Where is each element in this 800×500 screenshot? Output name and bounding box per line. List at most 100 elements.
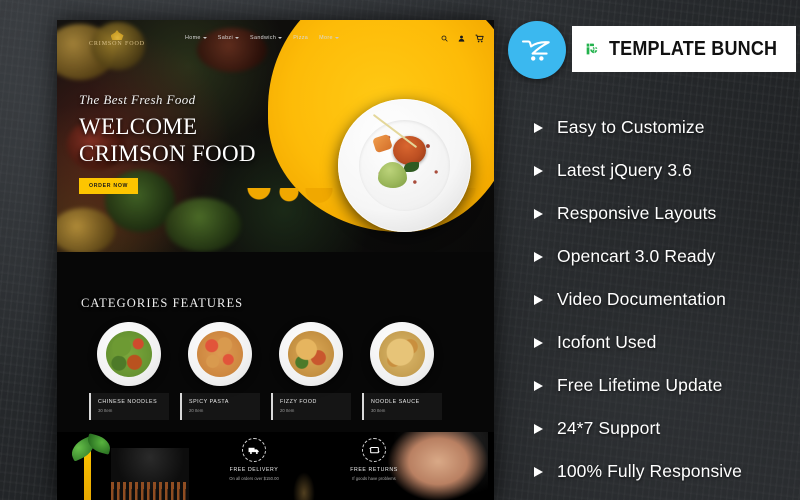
website-preview: CRIMSON FOOD Home Sabzi Sandwich Pizza M…	[57, 20, 494, 500]
category-card[interactable]: FIZZY FOOD 20 Item	[271, 322, 351, 420]
nav-item-sandwich[interactable]: Sandwich	[250, 35, 283, 41]
nav-item-label: More	[319, 35, 333, 41]
hero-script-text: The Best Fresh Food	[79, 92, 196, 107]
category-count: 30 Item	[371, 407, 386, 413]
plate-shape	[338, 99, 471, 232]
arrow-bullet-icon	[534, 251, 543, 262]
category-name: CHINESE NOODLES	[98, 399, 158, 405]
opencart-badge	[508, 21, 566, 79]
feature-item-video-documentation: Video Documentation	[534, 278, 800, 321]
site-logo-text: CRIMSON FOOD	[89, 41, 145, 47]
category-image	[188, 322, 252, 386]
feature-item-responsive-layouts: Responsive Layouts	[534, 192, 800, 235]
service-subtitle: If goods have problems	[352, 476, 396, 481]
service-item-free-returns: FREE RETURNS If goods have problems	[329, 438, 419, 481]
category-count: 20 Item	[280, 407, 295, 413]
feature-item-fully-responsive: 100% Fully Responsive	[534, 450, 800, 493]
category-label-box: FIZZY FOOD 20 Item	[271, 393, 351, 420]
arrow-bullet-icon	[534, 380, 543, 391]
user-icon[interactable]	[458, 35, 465, 42]
crown-logo-icon	[110, 29, 124, 40]
arrow-bullet-icon	[534, 337, 543, 348]
opencart-cart-icon	[521, 40, 550, 61]
service-title: FREE DELIVERY	[229, 467, 279, 473]
category-name: NOODLE SAUCE	[371, 399, 420, 405]
arrow-bullet-icon	[534, 466, 543, 477]
service-list: FREE DELIVERY On all orders over $150.00…	[209, 438, 419, 481]
service-title: FREE RETURNS	[350, 467, 398, 473]
category-image	[279, 322, 343, 386]
feature-item-easy-to-customize: Easy to Customize	[534, 106, 800, 149]
feature-label: Latest jQuery 3.6	[557, 160, 692, 180]
feature-label: Opencart 3.0 Ready	[557, 246, 716, 266]
feature-label: 100% Fully Responsive	[557, 461, 742, 481]
site-logo[interactable]: CRIMSON FOOD	[57, 29, 177, 47]
nav-item-home[interactable]: Home	[185, 35, 207, 41]
nav-item-label: Home	[185, 35, 201, 41]
nav-item-label: Sandwich	[250, 35, 277, 41]
service-item-free-delivery: FREE DELIVERY On all orders over $150.00	[209, 438, 299, 481]
category-image	[97, 322, 161, 386]
category-count: 20 Item	[189, 407, 204, 413]
feature-item-free-lifetime-update: Free Lifetime Update	[534, 364, 800, 407]
arrow-bullet-icon	[534, 423, 543, 434]
hero-dish-image	[338, 99, 471, 232]
feature-label: Icofont Used	[557, 332, 657, 352]
template-bunch-mark-icon	[586, 43, 598, 55]
arrow-bullet-icon	[534, 208, 543, 219]
categories-section: CATEGORIES FEATURES CHINESE NOODLES 30 I…	[57, 252, 494, 432]
nav-icon-group	[441, 34, 484, 43]
category-label-box: CHINESE NOODLES 30 Item	[89, 393, 169, 420]
nav-links: Home Sabzi Sandwich Pizza More	[185, 35, 339, 41]
category-food-decor	[197, 331, 243, 377]
feature-label: Free Lifetime Update	[557, 375, 723, 395]
hero-copy: The Best Fresh Food WELCOME CRIMSON FOOD…	[79, 92, 256, 194]
service-subtitle: On all orders over $150.00	[229, 476, 279, 481]
feature-list: Easy to Customize Latest jQuery 3.6 Resp…	[534, 106, 800, 493]
nav-item-pizza[interactable]: Pizza	[293, 35, 308, 41]
category-label-box: NOODLE SAUCE 30 Item	[362, 393, 442, 420]
category-card[interactable]: SPICY PASTA 20 Item	[180, 322, 260, 420]
hero-title: WELCOME CRIMSON FOOD	[79, 114, 256, 168]
feature-item-latest-jquery: Latest jQuery 3.6	[534, 149, 800, 192]
categories-heading: CATEGORIES FEATURES	[81, 296, 244, 310]
arrow-bullet-icon	[534, 165, 543, 176]
category-image	[370, 322, 434, 386]
category-food-decor	[288, 331, 334, 377]
spices-image-decor	[111, 448, 189, 500]
chevron-down-icon	[235, 37, 240, 39]
arrow-bullet-icon	[534, 122, 543, 133]
hero-produce-decor	[57, 208, 115, 252]
category-label-box: SPICY PASTA 20 Item	[180, 393, 260, 420]
return-arrows-icon	[362, 438, 386, 462]
template-bunch-logo-text: TEMPLATE BUNCH	[609, 37, 778, 60]
hero-produce-decor	[165, 198, 241, 252]
category-card[interactable]: CHINESE NOODLES 30 Item	[89, 322, 169, 420]
search-icon[interactable]	[441, 35, 448, 42]
chevron-down-icon	[202, 37, 207, 39]
feature-item-icofont-used: Icofont Used	[534, 321, 800, 364]
feature-label: Responsive Layouts	[557, 203, 717, 223]
category-name: SPICY PASTA	[189, 399, 229, 405]
feature-label: Video Documentation	[557, 289, 726, 309]
nav-item-more[interactable]: More	[319, 35, 339, 41]
category-food-decor	[106, 331, 152, 377]
nav-item-label: Sabzi	[217, 35, 234, 41]
nav-item-sabzi[interactable]: Sabzi	[217, 35, 240, 41]
template-bunch-logo: TEMPLATE BUNCH	[572, 26, 796, 72]
category-card[interactable]: NOODLE SAUCE 30 Item	[362, 322, 442, 420]
order-now-button[interactable]: ORDER NOW	[79, 177, 139, 194]
food-puree-decor	[378, 162, 407, 188]
site-navbar: CRIMSON FOOD Home Sabzi Sandwich Pizza M…	[57, 20, 494, 56]
category-name: FIZZY FOOD	[280, 399, 317, 405]
services-section: FREE DELIVERY On all orders over $150.00…	[57, 432, 494, 500]
arrow-bullet-icon	[534, 294, 543, 305]
feature-item-support: 24*7 Support	[534, 407, 800, 450]
category-card-list: CHINESE NOODLES 30 Item SPICY PASTA 20 I…	[89, 322, 442, 420]
hero-title-line1: WELCOME	[79, 114, 198, 139]
category-count: 30 Item	[98, 407, 113, 413]
shopping-cart-icon[interactable]	[475, 34, 484, 43]
feature-item-opencart-ready: Opencart 3.0 Ready	[534, 235, 800, 278]
feature-label: Easy to Customize	[557, 117, 705, 137]
delivery-truck-icon	[242, 438, 266, 462]
